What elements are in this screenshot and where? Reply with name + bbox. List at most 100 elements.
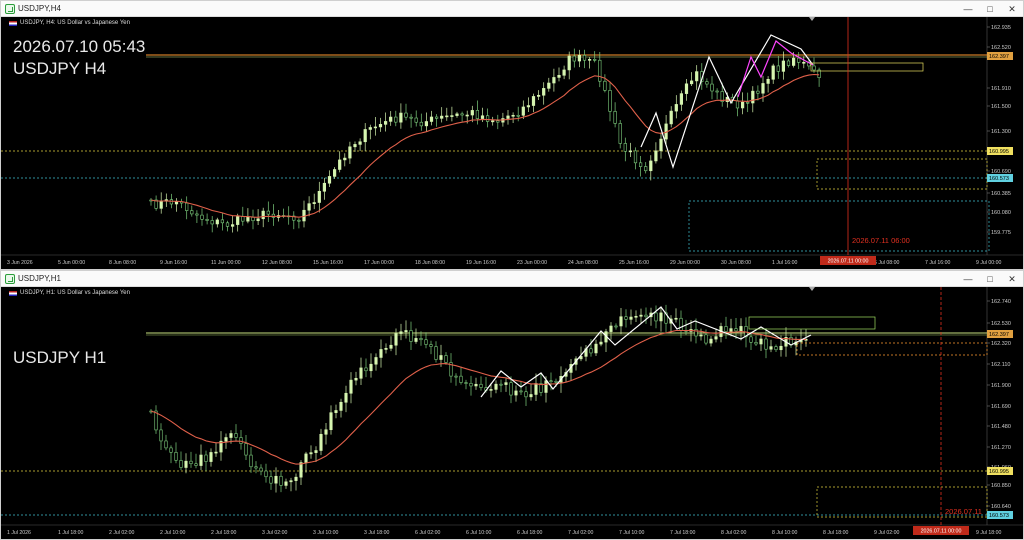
- candle-body: [229, 433, 233, 438]
- level-low-badge-label: 160.573: [989, 513, 1009, 519]
- candle-body: [194, 463, 198, 466]
- candle-body: [239, 437, 243, 444]
- time-tick-label: 7 Jul 18:00: [670, 530, 695, 536]
- candle-body: [714, 336, 718, 340]
- candle-body: [638, 162, 643, 167]
- candle-body: [633, 150, 638, 164]
- h4-overlay-symbol: USDJPY H4: [13, 59, 107, 78]
- candle-body: [399, 112, 403, 123]
- candle-body: [246, 217, 250, 222]
- level-high-badge-label: 160.995: [989, 149, 1009, 155]
- candle-body: [644, 166, 648, 172]
- candle-body: [644, 314, 648, 318]
- candle-body: [771, 65, 775, 80]
- candle-body: [494, 383, 498, 390]
- h4-chart-area[interactable]: 162.935 162.520 162.397 161.910 161.500 161.3…: [1, 17, 1023, 269]
- candle-body: [756, 90, 760, 94]
- candle-body: [394, 116, 398, 123]
- candle-body: [531, 96, 536, 106]
- candle-body: [424, 339, 428, 345]
- minimize-icon[interactable]: —: [957, 1, 979, 17]
- time-tick-label: 6 Jul 08:00: [874, 260, 899, 266]
- candle-body: [504, 382, 508, 385]
- time-tick-label: 2 Jul 10:00: [160, 530, 185, 536]
- time-tick-label: 8 Jul 10:00: [772, 530, 797, 536]
- candle-body: [679, 317, 683, 331]
- time-tick-label: 7 Jul 16:00: [925, 260, 950, 266]
- candle-body: [445, 115, 449, 118]
- close-icon[interactable]: ✕: [1001, 1, 1023, 17]
- candle-body: [781, 60, 785, 72]
- candle-body: [414, 338, 418, 342]
- candle-body: [209, 452, 213, 462]
- candle-body: [786, 60, 791, 66]
- candle-body: [249, 454, 253, 468]
- time-tick-label: 6 Jul 18:00: [517, 530, 542, 536]
- h1-titlebar[interactable]: USDJPY,H1 — □ ✕: [1, 271, 1023, 287]
- candle-body: [195, 213, 199, 216]
- time-tick-label: 6 Jul 10:00: [466, 530, 491, 536]
- price-tick-label: 162.530: [991, 321, 1011, 327]
- candle-body: [374, 357, 378, 365]
- h4-overlay-time: 2026.07.10 05:43: [13, 37, 146, 56]
- chart-shift-caret: [809, 17, 815, 21]
- flag-icon: [9, 290, 17, 296]
- candle-body: [552, 77, 556, 84]
- candle-body: [294, 476, 298, 481]
- candle-body: [358, 141, 362, 145]
- h1-chart-window[interactable]: USDJPY,H1 — □ ✕ 162.740162.530162.397162…: [0, 270, 1024, 540]
- candle-body: [769, 346, 773, 350]
- h1-symbol-info: USDJPY, H1: US Dollar vs Japanese Yen: [9, 290, 130, 296]
- time-tick-label: 15 Jun 16:00: [313, 260, 343, 266]
- time-tick-label: 9 Jul 18:00: [976, 530, 1001, 536]
- candle-body: [557, 74, 561, 78]
- h1-chart-area[interactable]: 162.740 162.530 162.397 162.320 162.110 161.9…: [1, 287, 1023, 539]
- candle-body: [496, 120, 500, 123]
- axis-time-badge-label: 2026.07.11 00:00: [828, 259, 869, 265]
- candle-body: [304, 453, 308, 463]
- candle-body: [322, 182, 327, 192]
- candle-body: [184, 460, 188, 468]
- maximize-icon[interactable]: □: [979, 271, 1001, 287]
- candle-body: [628, 150, 632, 153]
- candle-body: [389, 344, 393, 349]
- h4-window-title: USDJPY,H4: [18, 4, 61, 13]
- candle-body: [544, 380, 548, 393]
- candle-body: [485, 115, 490, 122]
- candle-body: [746, 101, 750, 104]
- candle-body: [812, 65, 816, 71]
- h4-price-chart[interactable]: 162.935 162.520 162.397 161.910 161.500 161.3…: [1, 17, 1023, 269]
- close-icon[interactable]: ✕: [1001, 271, 1023, 287]
- candle-body: [549, 380, 553, 383]
- candle-body: [511, 114, 515, 117]
- candle-body: [654, 312, 658, 322]
- moving-average-line: [150, 329, 806, 465]
- price-tick-label: 161.480: [991, 424, 1011, 430]
- candle-body: [429, 344, 433, 347]
- candle-body: [224, 437, 228, 442]
- candle-body: [373, 126, 378, 129]
- candle-body: [614, 325, 618, 328]
- candle-body: [434, 116, 439, 119]
- candle-body: [577, 54, 581, 62]
- level-low-badge-label: 160.573: [989, 176, 1009, 182]
- h1-price-chart[interactable]: 162.740 162.530 162.397 162.320 162.110 161.9…: [1, 287, 1023, 539]
- candle-body: [654, 150, 658, 162]
- h4-chart-window[interactable]: USDJPY,H4 — □ ✕ 162.935 162.520 162.397 161…: [0, 0, 1024, 270]
- time-tick-label: 8 Jul 02:00: [721, 530, 746, 536]
- candle-body: [389, 116, 393, 122]
- candle-body: [594, 343, 598, 354]
- minimize-icon[interactable]: —: [957, 271, 979, 287]
- maximize-icon[interactable]: □: [979, 1, 1001, 17]
- candle-body: [164, 440, 168, 449]
- candle-body: [269, 476, 273, 484]
- h4-titlebar[interactable]: USDJPY,H4 — □ ✕: [1, 1, 1023, 17]
- candle-body: [264, 470, 268, 478]
- candle-body: [317, 190, 321, 203]
- time-tick-label: 12 Jun 08:00: [262, 260, 292, 266]
- time-tick-label: 24 Jun 08:00: [568, 260, 598, 266]
- candle-body: [639, 314, 643, 317]
- candle-body: [589, 348, 593, 354]
- candle-body: [348, 146, 352, 159]
- candle-body: [254, 466, 258, 469]
